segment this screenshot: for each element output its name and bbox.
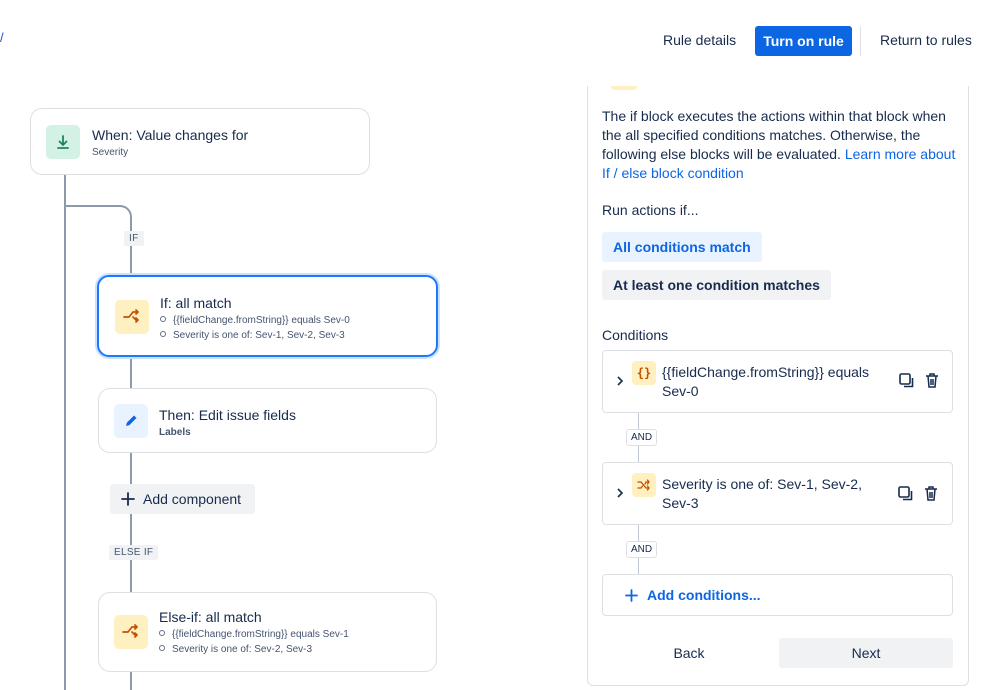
option-all-conditions-match[interactable]: All conditions match — [602, 232, 762, 262]
if-block-card[interactable]: If: all match {{fieldChange.fromString}}… — [97, 275, 438, 357]
delete-icon[interactable] — [923, 485, 939, 507]
branch-curve — [110, 205, 132, 227]
else-if-condition-2: Severity is one of: Sev-2, Sev-3 — [159, 644, 312, 655]
elseif-continue-line — [130, 670, 132, 690]
branch-icon — [115, 300, 149, 334]
conditions-label: Conditions — [602, 327, 669, 343]
panel-header-icon-stub — [611, 86, 637, 90]
then-block-card[interactable]: Then: Edit issue fields Labels — [98, 388, 437, 453]
then-block-subtitle: Labels — [159, 427, 191, 438]
then-add-line — [130, 452, 132, 484]
add-component-label: Add component — [143, 491, 242, 507]
back-button[interactable]: Back — [650, 638, 728, 668]
else-if-block-card[interactable]: Else-if: all match {{fieldChange.fromStr… — [98, 592, 437, 672]
add-conditions-button[interactable]: Add conditions... — [602, 574, 953, 616]
return-to-rules-button[interactable]: Return to rules — [880, 32, 972, 48]
duplicate-icon[interactable] — [898, 486, 914, 507]
and-connector-2 — [638, 446, 639, 462]
if-condition-1: {{fieldChange.fromString}} equals Sev-0 — [160, 315, 350, 326]
delete-icon[interactable] — [924, 372, 940, 394]
and-connector-4 — [638, 558, 639, 574]
and-connector-3 — [638, 525, 639, 541]
plus-icon — [120, 491, 136, 507]
else-if-condition-1: {{fieldChange.fromString}} equals Sev-1 — [159, 629, 349, 640]
trigger-subtitle: Severity — [92, 147, 129, 158]
condition-2-text: Severity is one of: Sev-1, Sev-2, Sev-3 — [662, 476, 862, 511]
and-tag-2: AND — [626, 541, 658, 558]
and-connector-1 — [638, 413, 639, 429]
pencil-icon — [114, 404, 148, 438]
duplicate-icon[interactable] — [899, 373, 915, 394]
then-block-title: Then: Edit issue fields — [159, 407, 296, 423]
else-if-tag: ELSE IF — [109, 545, 159, 560]
run-actions-label: Run actions if... — [602, 202, 699, 218]
chevron-right-icon[interactable] — [615, 486, 625, 504]
trigger-card[interactable]: When: Value changes for Severity — [30, 108, 370, 175]
if-block-title: If: all match — [160, 295, 232, 311]
turn-on-rule-button[interactable]: Turn on rule — [755, 26, 852, 56]
plus-icon — [625, 588, 638, 602]
trigger-title: When: Value changes for — [92, 127, 249, 143]
and-tag-1: AND — [626, 429, 658, 446]
branch-icon — [114, 615, 148, 649]
chevron-right-icon[interactable] — [615, 374, 625, 392]
option-at-least-one-condition[interactable]: At least one condition matches — [602, 270, 831, 300]
condition-row-2[interactable]: Severity is one of: Sev-1, Sev-2, Sev-3 — [602, 462, 953, 525]
if-then-line — [130, 356, 132, 388]
else-if-block-title: Else-if: all match — [159, 609, 262, 625]
next-button[interactable]: Next — [779, 638, 953, 668]
truncated-breadcrumb[interactable]: / — [0, 30, 4, 45]
if-block-description: The if block executes the actions within… — [602, 107, 957, 183]
add-component-button[interactable]: Add component — [110, 484, 255, 514]
add-conditions-label: Add conditions... — [647, 587, 761, 603]
condition-1-text: {{fieldChange.fromString}} equals Sev-0 — [662, 364, 870, 399]
rule-details-button[interactable]: Rule details — [663, 32, 736, 48]
shuffle-icon — [632, 473, 656, 497]
if-condition-2: Severity is one of: Sev-1, Sev-2, Sev-3 — [160, 330, 345, 341]
if-branch-line — [130, 218, 132, 274]
download-arrow-icon — [46, 125, 80, 159]
condition-row-1[interactable]: {} {{fieldChange.fromString}} equals Sev… — [602, 350, 953, 413]
curly-braces-icon: {} — [632, 361, 656, 385]
main-flow-line — [64, 174, 66, 690]
header-divider — [860, 26, 861, 56]
if-tag: IF — [124, 231, 144, 246]
